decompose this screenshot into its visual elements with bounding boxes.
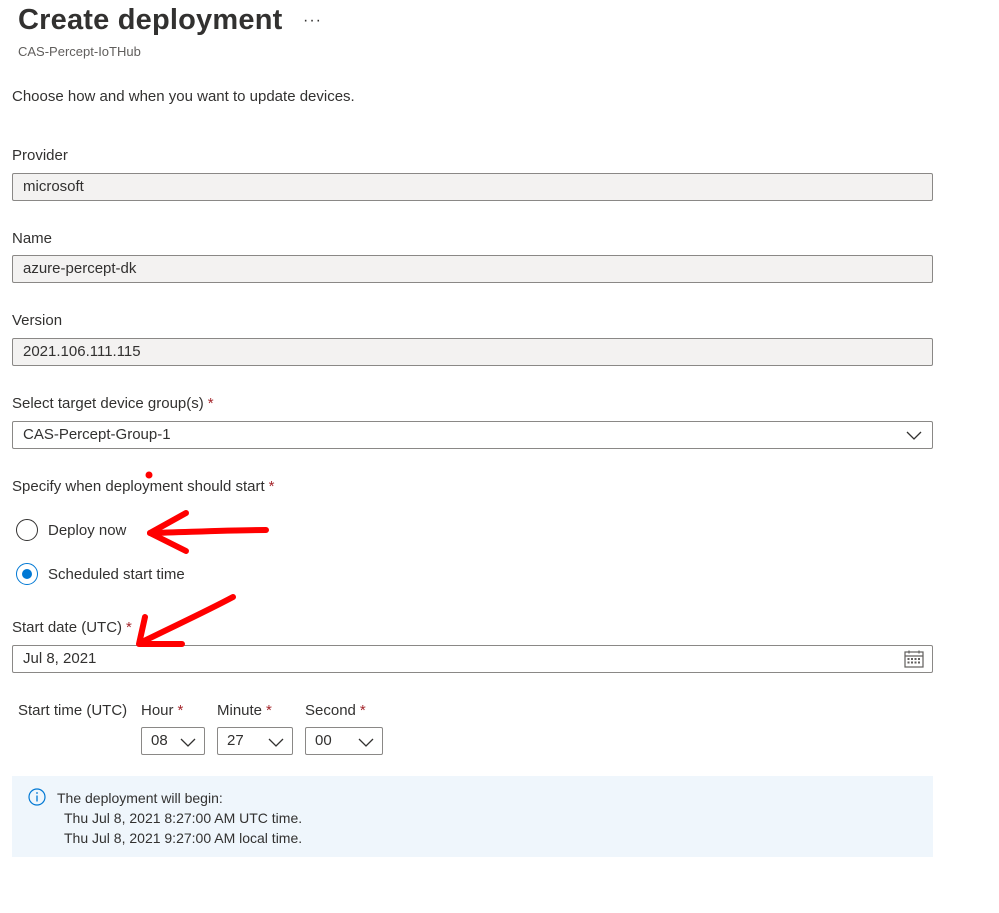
start-date-value: Jul 8, 2021: [23, 650, 97, 667]
name-field: azure-percept-dk: [12, 255, 933, 283]
device-group-label: Select target device group(s) *: [12, 395, 214, 412]
info-heading: The deployment will begin:: [57, 790, 223, 806]
second-label-text: Second: [305, 702, 356, 719]
page-description: Choose how and when you want to update d…: [12, 88, 355, 105]
version-label: Version: [12, 312, 63, 329]
required-marker: *: [266, 702, 272, 719]
device-group-dropdown[interactable]: CAS-Percept-Group-1: [12, 421, 933, 449]
more-options-button[interactable]: ···: [303, 12, 322, 30]
scheduled-start-option[interactable]: Scheduled start time: [16, 561, 185, 587]
hour-dropdown[interactable]: 08: [141, 727, 205, 755]
minute-dropdown[interactable]: 27: [217, 727, 293, 755]
chevron-down-icon: [358, 738, 374, 747]
device-group-value: CAS-Percept-Group-1: [23, 426, 171, 443]
hour-value: 08: [151, 732, 168, 749]
page-title: Create deployment: [18, 4, 283, 36]
provider-field: microsoft: [12, 173, 933, 201]
required-marker: *: [207, 395, 214, 412]
device-group-label-text: Select target device group(s): [12, 395, 204, 412]
second-value: 00: [315, 732, 332, 749]
scheduled-start-radio[interactable]: [16, 563, 38, 585]
name-label: Name: [12, 230, 53, 247]
annotation-arrow-deploy-now: [147, 510, 269, 554]
hour-label: Hour *: [141, 702, 183, 719]
deploy-now-radio[interactable]: [16, 519, 38, 541]
schedule-label: Specify when deployment should start *: [12, 478, 275, 495]
hour-label-text: Hour: [141, 702, 174, 719]
required-marker: *: [268, 478, 275, 495]
required-marker: *: [126, 619, 132, 636]
minute-label-text: Minute: [217, 702, 263, 719]
version-field: 2021.106.111.115: [12, 338, 933, 366]
deploy-now-option[interactable]: Deploy now: [16, 517, 126, 543]
chevron-down-icon: [268, 738, 284, 747]
schedule-label-text: Specify when deployment should start: [12, 478, 265, 495]
calendar-icon[interactable]: [904, 650, 924, 668]
minute-label: Minute *: [217, 702, 272, 719]
minute-value: 27: [227, 732, 244, 749]
start-time-label: Start time (UTC): [18, 702, 128, 719]
start-date-label: Start date (UTC) *: [12, 619, 132, 636]
second-dropdown[interactable]: 00: [305, 727, 383, 755]
chevron-down-icon: [180, 738, 196, 747]
info-icon: [28, 788, 46, 806]
provider-label: Provider: [12, 147, 68, 164]
deploy-now-label: Deploy now: [48, 521, 127, 539]
second-label: Second *: [305, 702, 366, 719]
required-marker: *: [359, 702, 366, 719]
chevron-down-icon: [906, 431, 922, 440]
annotation-arrow-start-date: [136, 594, 236, 647]
start-date-label-text: Start date (UTC): [12, 619, 123, 636]
deployment-info-box: The deployment will begin: Thu Jul 8, 20…: [12, 776, 933, 857]
page-subtitle: CAS-Percept-IoTHub: [18, 44, 141, 59]
start-date-input[interactable]: Jul 8, 2021: [12, 645, 933, 673]
scheduled-start-label: Scheduled start time: [48, 565, 185, 583]
required-marker: *: [177, 702, 184, 719]
info-utc-time: Thu Jul 8, 2021 8:27:00 AM UTC time.: [64, 810, 303, 826]
info-local-time: Thu Jul 8, 2021 9:27:00 AM local time.: [64, 830, 303, 846]
